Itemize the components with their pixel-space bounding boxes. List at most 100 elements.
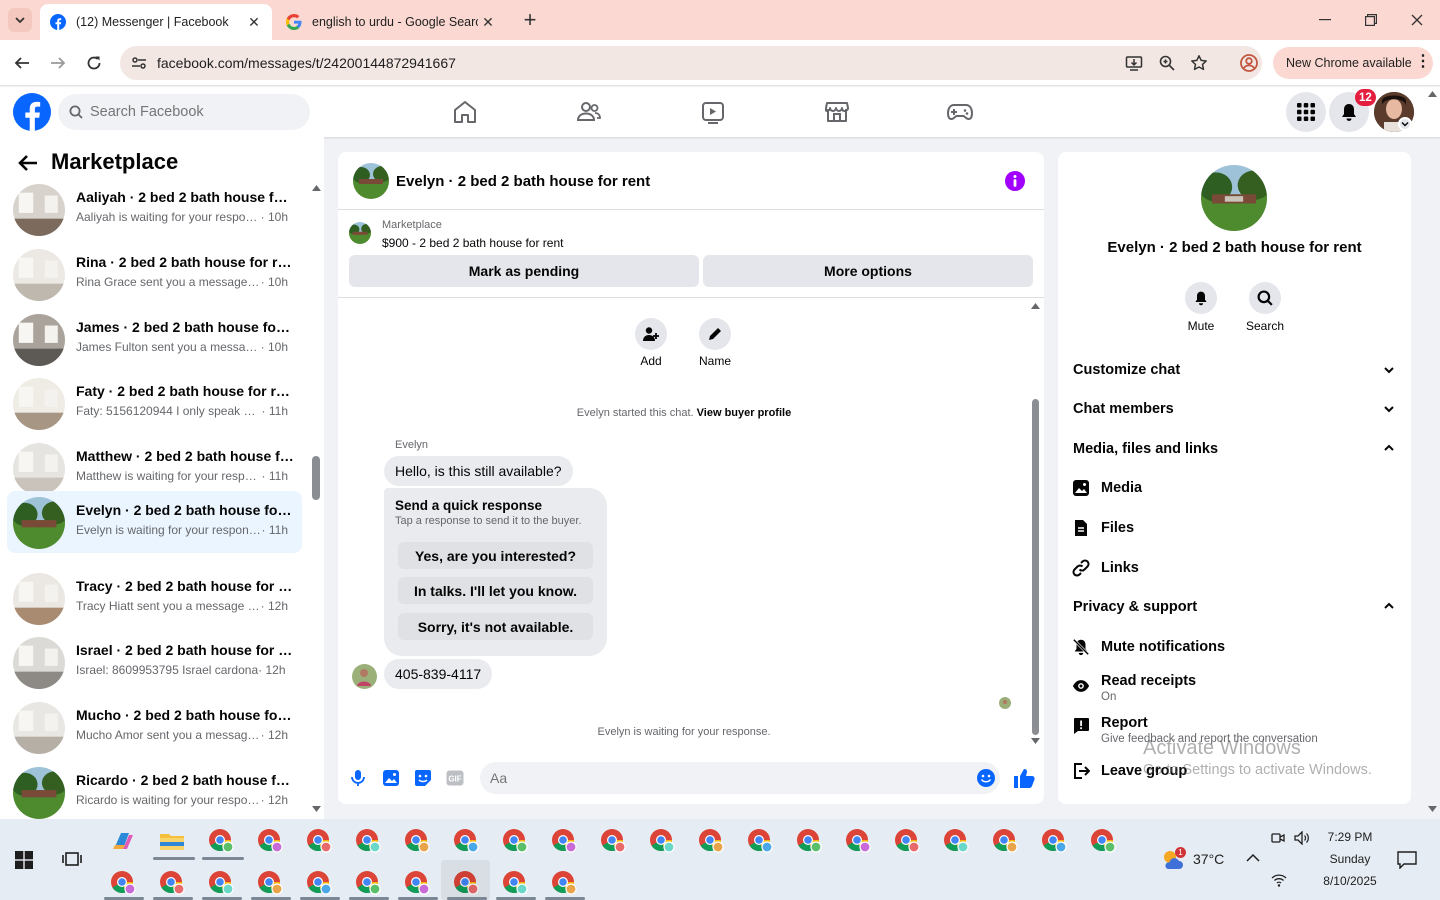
chrome-window-button[interactable] (109, 869, 137, 897)
quick-reply-button[interactable]: Sorry, it's not available. (398, 613, 593, 640)
conversation-item[interactable]: Ricardo · 2 bed 2 bath house for rent Ri… (7, 761, 302, 819)
message-bubble[interactable]: 405-839-4117 (384, 659, 493, 689)
mute-button[interactable] (1185, 282, 1217, 314)
forward-button[interactable] (46, 51, 70, 75)
section-chat-members[interactable]: Chat members (1073, 401, 1174, 417)
chrome-window-button[interactable] (893, 827, 921, 855)
video-icon[interactable] (700, 99, 726, 125)
info-avatar[interactable] (1201, 165, 1267, 231)
sticker-icon[interactable] (414, 769, 432, 787)
facebook-logo-icon[interactable] (13, 93, 51, 131)
chrome-window-button[interactable] (501, 827, 529, 855)
friends-icon[interactable] (576, 99, 602, 125)
file-explorer-button[interactable] (158, 827, 186, 855)
chrome-window-button[interactable] (991, 827, 1019, 855)
chrome-window-button[interactable] (207, 827, 235, 855)
chevron-down-icon[interactable] (1383, 403, 1395, 415)
zoom-icon[interactable] (1158, 54, 1176, 72)
section-customize-chat[interactable]: Customize chat (1073, 362, 1180, 378)
chrome-window-button[interactable] (256, 827, 284, 855)
quick-reply-button[interactable]: Yes, are you interested? (398, 542, 593, 569)
volume-icon[interactable] (1294, 831, 1310, 845)
add-people-button[interactable] (635, 318, 667, 350)
windows-start-icon[interactable] (15, 851, 33, 869)
page-scroll-up-icon[interactable] (1428, 91, 1437, 97)
chrome-window-button[interactable] (697, 827, 725, 855)
gif-icon[interactable]: GIF (446, 770, 464, 786)
media-item[interactable]: Media (1072, 479, 1142, 497)
listing-price[interactable]: $900 - 2 bed 2 bath house for rent (382, 236, 563, 250)
close-tab-icon[interactable]: ✕ (244, 12, 264, 32)
chrome-window-button[interactable] (550, 827, 578, 855)
leave-group-item[interactable]: Leave group (1072, 762, 1187, 780)
chrome-window-button[interactable] (354, 827, 382, 855)
gaming-icon[interactable] (946, 99, 974, 125)
chrome-window-button[interactable] (403, 869, 431, 897)
chrome-window-button[interactable] (305, 827, 333, 855)
files-item[interactable]: Files (1072, 519, 1134, 537)
edit-name-button[interactable] (699, 318, 731, 350)
chrome-window-button[interactable] (746, 827, 774, 855)
network-icon[interactable] (1271, 873, 1287, 887)
view-buyer-profile-link[interactable]: View buyer profile (697, 407, 792, 419)
chrome-window-button[interactable] (844, 827, 872, 855)
kebab-menu-icon[interactable]: ⋮ (1415, 53, 1431, 71)
conversation-item[interactable]: Matthew · 2 bed 2 bath house for rent Ma… (7, 437, 302, 499)
menu-button[interactable] (1286, 92, 1326, 132)
conversation-item[interactable]: Israel · 2 bed 2 bath house for rent Isr… (7, 631, 302, 693)
section-media-files-links[interactable]: Media, files and links (1073, 441, 1218, 457)
tab-messenger[interactable]: (12) Messenger | Facebook ✕ (40, 4, 272, 40)
emoji-icon[interactable] (977, 769, 995, 787)
chrome-window-button[interactable] (501, 869, 529, 897)
scroll-up-arrow-icon[interactable] (312, 185, 321, 191)
back-button[interactable] (10, 51, 34, 75)
message-input[interactable] (490, 762, 960, 794)
sender-avatar[interactable] (352, 664, 377, 689)
copilot-button[interactable] (109, 827, 137, 855)
conversation-item[interactable]: Evelyn · 2 bed 2 bath house for rent Eve… (7, 491, 302, 553)
scroll-down-arrow-icon[interactable] (312, 806, 321, 812)
chrome-window-button[interactable] (1089, 827, 1117, 855)
quick-reply-button[interactable]: In talks. I'll let you know. (398, 577, 593, 604)
minimize-button[interactable] (1302, 0, 1348, 40)
chrome-window-button[interactable] (795, 827, 823, 855)
maximize-button[interactable] (1348, 0, 1394, 40)
chevron-up-icon[interactable] (1383, 600, 1395, 612)
chrome-window-button[interactable] (158, 869, 186, 897)
chrome-window-button[interactable] (942, 827, 970, 855)
chrome-window-button[interactable] (403, 827, 431, 855)
chevron-down-icon[interactable] (1383, 364, 1395, 376)
read-receipts-item[interactable]: Read receipts On (1072, 673, 1196, 703)
chrome-window-button[interactable] (550, 869, 578, 897)
conversation-item[interactable]: Faty · 2 bed 2 bath house for rent Faty:… (7, 372, 302, 434)
chrome-window-button[interactable] (648, 827, 676, 855)
clock-time[interactable]: 7:29 PM (1322, 830, 1378, 844)
conversation-item[interactable]: Tracy · 2 bed 2 bath house for rent Trac… (7, 567, 302, 629)
profile-button[interactable] (1237, 51, 1261, 75)
close-tab-icon[interactable]: ✕ (478, 12, 498, 32)
bookmark-star-icon[interactable] (1190, 54, 1208, 72)
chat-avatar[interactable] (353, 163, 389, 199)
marketplace-icon[interactable] (824, 99, 850, 125)
install-app-icon[interactable] (1125, 54, 1143, 72)
chrome-window-button[interactable] (599, 827, 627, 855)
chat-scrollbar-thumb[interactable] (1032, 399, 1039, 735)
mute-notifications-item[interactable]: Mute notifications (1072, 638, 1225, 656)
back-arrow-icon[interactable] (18, 154, 38, 172)
microphone-icon[interactable] (349, 769, 367, 787)
facebook-search-input[interactable] (90, 94, 300, 130)
chrome-window-button[interactable] (354, 869, 382, 897)
scroll-down-arrow-icon[interactable] (1031, 738, 1040, 744)
page-scroll-down-icon[interactable] (1428, 806, 1437, 812)
conversation-item[interactable]: Rina · 2 bed 2 bath house for rent Rina … (7, 243, 302, 305)
scroll-up-arrow-icon[interactable] (1031, 303, 1040, 309)
more-options-button[interactable]: More options (703, 255, 1033, 287)
conversation-item[interactable]: Aaliyah · 2 bed 2 bath house for rent Aa… (7, 178, 302, 240)
account-chevron[interactable] (1398, 117, 1412, 131)
new-tab-button[interactable]: + (518, 7, 542, 32)
home-icon[interactable] (452, 99, 478, 125)
chrome-window-button[interactable] (256, 869, 284, 897)
chrome-window-button[interactable] (305, 869, 333, 897)
chevron-up-icon[interactable] (1383, 442, 1395, 454)
update-chrome-button[interactable]: New Chrome available ⋮ (1273, 47, 1433, 79)
